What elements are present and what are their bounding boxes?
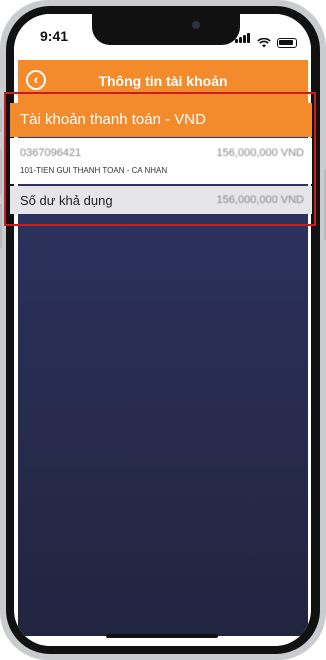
- volume-down-button: [0, 204, 2, 248]
- mute-switch: [0, 110, 2, 132]
- battery-icon: [277, 38, 297, 48]
- notch: [92, 14, 240, 45]
- highlight-box: [4, 92, 316, 226]
- status-bar: 9:41: [14, 14, 311, 60]
- page-title: Thông tin tài khoản: [98, 73, 228, 89]
- camera-dot: [192, 21, 200, 29]
- volume-up-button: [0, 150, 2, 194]
- signal-icon: [235, 30, 251, 48]
- home-indicator[interactable]: [106, 634, 218, 638]
- status-time: 9:41: [40, 28, 69, 44]
- status-icons: [235, 30, 297, 48]
- wifi-icon: [257, 38, 271, 48]
